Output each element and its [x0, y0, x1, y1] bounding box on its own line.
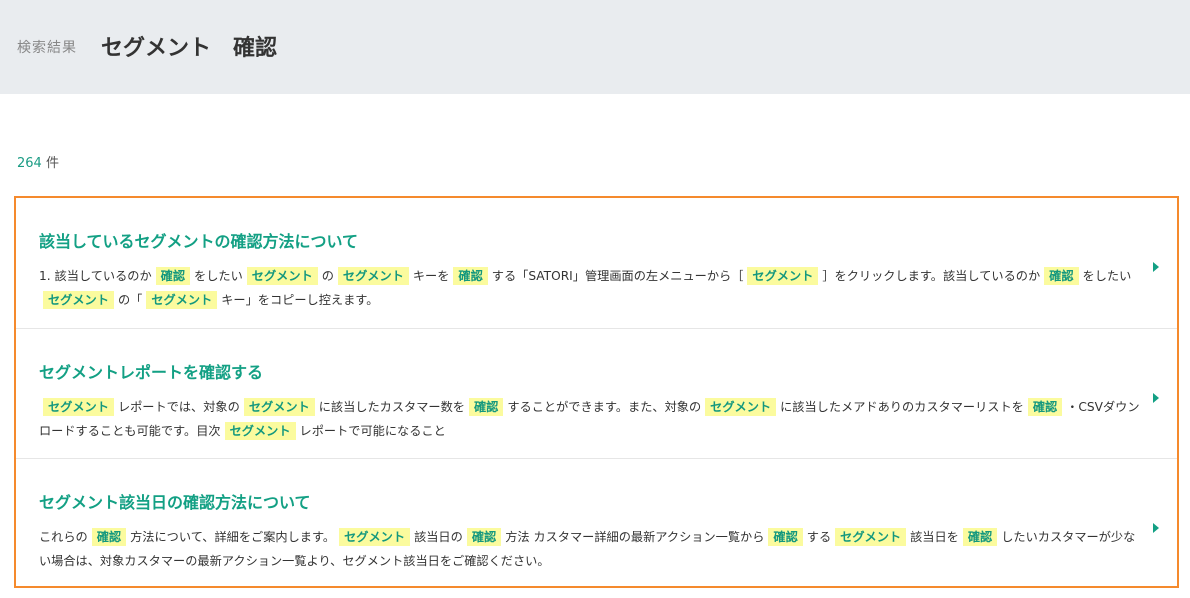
- result-item[interactable]: セグメントレポートを確認する セグメント レポートでは、対象の セグメント に該当した…: [16, 328, 1177, 458]
- result-count-unit: 件: [45, 156, 59, 171]
- snippet-text: 該当日を: [910, 530, 959, 544]
- snippet-text: に該当したカスタマー数を: [318, 400, 465, 414]
- highlighted-term: セグメント: [43, 291, 114, 309]
- snippet-text: することができます。また、対象の: [507, 400, 702, 414]
- results-list: 該当しているセグメントの確認方法について 1. 該当しているのか 確認 をしたい セグ…: [14, 196, 1179, 588]
- result-count: 264 件: [17, 152, 59, 171]
- result-snippet: これらの 確認 方法について、詳細をご案内します。 セグメント 該当日の 確認 方法 カスタ…: [39, 525, 1144, 573]
- snippet-text: 該当日の: [414, 530, 463, 544]
- highlighted-term: 確認: [1044, 267, 1079, 285]
- chevron-right-icon[interactable]: [1153, 393, 1159, 403]
- search-header: 検索結果 セグメント 確認: [0, 0, 1190, 94]
- highlighted-term: セグメント: [146, 291, 218, 309]
- highlighted-term: 確認: [155, 267, 191, 285]
- snippet-text: レポートで可能になること: [299, 424, 446, 438]
- snippet-text: キー」をコピーし控えます。: [221, 293, 379, 307]
- highlighted-term: 確認: [453, 267, 488, 285]
- chevron-right-icon[interactable]: [1153, 523, 1159, 533]
- highlighted-term: セグメント: [835, 528, 907, 546]
- highlighted-term: セグメント: [43, 398, 114, 416]
- snippet-text: する「SATORI」管理画面の左メニューから［: [491, 269, 744, 283]
- snippet-text: に該当したメアドありのカスタマーリストを: [780, 400, 1024, 414]
- result-snippet: 1. 該当しているのか 確認 をしたい セグメントのセグメント キーを 確認 する「SATO…: [39, 264, 1144, 312]
- highlighted-term: 確認: [1027, 398, 1063, 416]
- snippet-text: これらの: [39, 530, 88, 544]
- highlighted-term: セグメント: [224, 422, 296, 440]
- snippet-text: をしたい: [194, 269, 243, 283]
- search-query-title: セグメント 確認: [101, 36, 278, 61]
- search-results-label: 検索結果: [17, 40, 77, 56]
- result-snippet: セグメント レポートでは、対象の セグメント に該当したカスタマー数を 確認 することがで…: [39, 395, 1144, 443]
- highlighted-term: 確認: [768, 528, 803, 546]
- highlighted-term: 確認: [962, 528, 998, 546]
- snippet-text: 方法 カスタマー詳細の最新アクション一覧から: [505, 530, 765, 544]
- snippet-text: 1. 該当しているのか: [39, 269, 152, 283]
- result-title[interactable]: 該当しているセグメントの確認方法について: [39, 228, 358, 252]
- highlighted-term: セグメント: [705, 398, 777, 416]
- highlighted-term: セグメント: [339, 528, 411, 546]
- highlighted-term: セグメント: [337, 267, 409, 285]
- highlighted-term: 確認: [469, 398, 504, 416]
- result-title[interactable]: セグメントレポートを確認する: [39, 359, 263, 383]
- result-item[interactable]: 該当しているセグメントの確認方法について 1. 該当しているのか 確認 をしたい セグ…: [16, 198, 1177, 328]
- highlighted-term: セグメント: [246, 267, 318, 285]
- snippet-text: ］をクリックします。該当しているのか: [822, 269, 1041, 283]
- highlighted-term: セグメント: [243, 398, 315, 416]
- chevron-right-icon[interactable]: [1153, 262, 1159, 272]
- highlighted-term: セグメント: [747, 267, 819, 285]
- snippet-text: キーを: [412, 269, 450, 283]
- snippet-text: の「: [117, 293, 143, 307]
- snippet-text: する: [806, 530, 832, 544]
- snippet-text: の: [321, 269, 334, 283]
- highlighted-term: 確認: [466, 528, 502, 546]
- snippet-text: 方法について、詳細をご案内します。: [130, 530, 336, 544]
- snippet-text: レポートでは、対象の: [117, 400, 240, 414]
- result-count-number: 264: [17, 156, 42, 171]
- result-item[interactable]: セグメント該当日の確認方法について これらの 確認 方法について、詳細をご案内します…: [16, 458, 1177, 588]
- result-title[interactable]: セグメント該当日の確認方法について: [39, 489, 311, 513]
- snippet-text: をしたい: [1082, 269, 1132, 283]
- highlighted-term: 確認: [91, 528, 127, 546]
